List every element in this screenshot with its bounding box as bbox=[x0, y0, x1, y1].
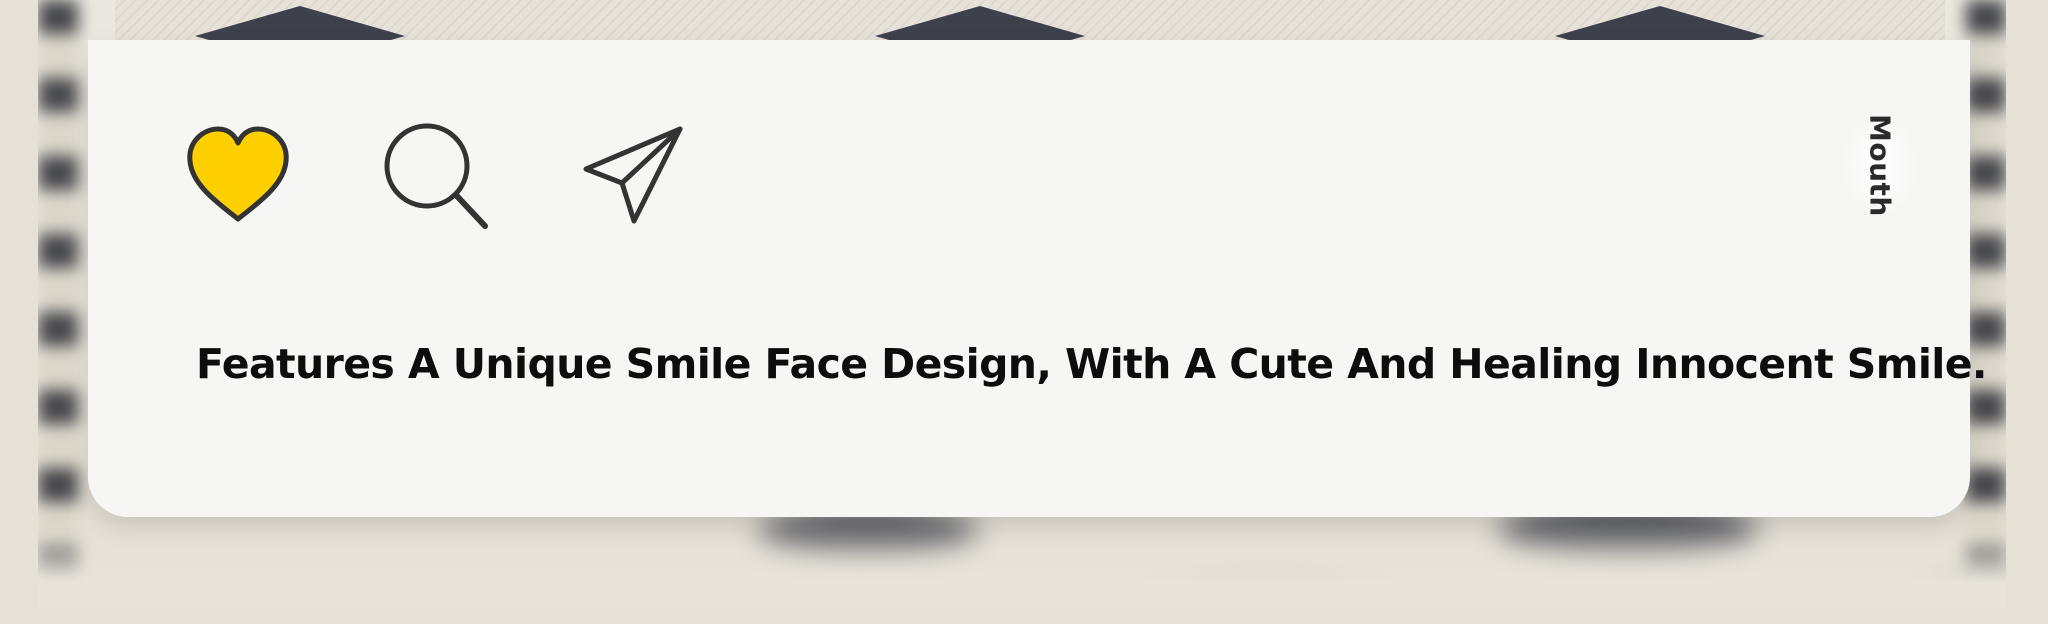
background-pattern-left bbox=[38, 0, 78, 610]
side-tab-label: Mouth bbox=[1863, 113, 1897, 217]
action-bar bbox=[178, 120, 772, 230]
side-tab[interactable]: Mouth bbox=[1840, 90, 1920, 240]
background-pattern-right bbox=[1966, 0, 2006, 610]
heart-icon bbox=[187, 126, 289, 222]
post-card: Mouth Features A Unique Smile Face Desig… bbox=[88, 40, 1988, 517]
post-caption: Features A Unique Smile Face Design, Wit… bbox=[196, 340, 1988, 388]
product-photo-bottom bbox=[115, 0, 1945, 40]
share-button[interactable] bbox=[574, 120, 694, 230]
search-button[interactable] bbox=[376, 120, 496, 230]
like-button[interactable] bbox=[178, 120, 298, 230]
send-icon bbox=[583, 126, 683, 224]
search-icon bbox=[384, 123, 488, 229]
